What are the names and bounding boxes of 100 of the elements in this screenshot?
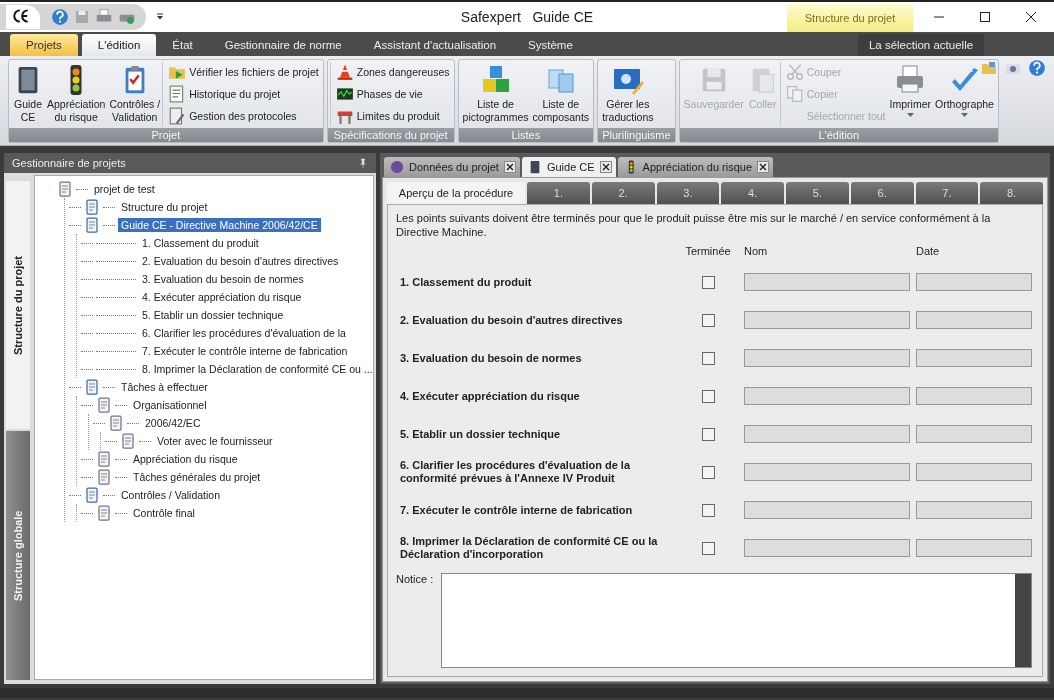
step-tab[interactable]: 5. bbox=[786, 182, 849, 204]
document-icon bbox=[84, 217, 100, 233]
tree-item[interactable]: Organisationnel bbox=[130, 398, 210, 412]
ribbon-button[interactable]: Contrôles / Validation bbox=[107, 62, 163, 126]
step-tab[interactable]: 8. bbox=[980, 182, 1043, 204]
date-field[interactable] bbox=[916, 311, 1032, 329]
ribbon-tab[interactable]: Système bbox=[512, 34, 589, 56]
step-label: 8. Imprimer la Déclaration de conformité CE ou la Déclaration d'incorporation bbox=[399, 534, 659, 562]
ribbon-tab[interactable]: L'édition bbox=[81, 34, 157, 56]
side-tab[interactable]: Structure globale bbox=[6, 431, 30, 680]
document-icon bbox=[57, 181, 73, 197]
step-tab[interactable]: 7. bbox=[915, 182, 979, 204]
name-field[interactable] bbox=[744, 387, 910, 405]
date-field[interactable] bbox=[916, 539, 1032, 557]
tree-item[interactable]: 3. Evaluation du besoin de normes bbox=[139, 272, 307, 286]
ribbon-tab[interactable]: La sélection actuelle bbox=[858, 34, 984, 56]
tree-item[interactable]: 2. Evaluation du besoin d'autres directives bbox=[139, 254, 342, 268]
ribbon-tab[interactable]: Assistant d'actualisation bbox=[357, 34, 513, 56]
name-field[interactable] bbox=[744, 539, 910, 557]
tree-item[interactable]: 2006/42/EC bbox=[142, 416, 204, 430]
step-tab[interactable]: 2. bbox=[591, 182, 655, 204]
ribbon-button[interactable]: Imprimer bbox=[887, 62, 933, 126]
screen-icon bbox=[335, 85, 354, 103]
name-field[interactable] bbox=[744, 425, 910, 443]
ribbon-tab[interactable]: État bbox=[156, 34, 209, 56]
name-field[interactable] bbox=[744, 349, 910, 367]
maximize-icon bbox=[979, 11, 991, 23]
tree-item[interactable]: Contrôles / Validation bbox=[118, 488, 224, 502]
tree-item[interactable]: Tâches générales du projet bbox=[130, 470, 264, 484]
document-tab[interactable]: Appréciation du risque bbox=[617, 157, 774, 177]
date-field[interactable] bbox=[916, 463, 1032, 481]
document-icon bbox=[96, 397, 112, 413]
completed-checkbox[interactable] bbox=[701, 275, 715, 289]
date-field[interactable] bbox=[916, 273, 1032, 291]
date-field[interactable] bbox=[916, 501, 1032, 519]
tree-item[interactable]: 8. Imprimer la Déclaration de conformité CE ou ... bbox=[139, 362, 373, 376]
tree-item[interactable]: Contrôle final bbox=[130, 506, 198, 520]
tree-item[interactable]: 7. Exécuter le contrôle interne de fabrication bbox=[139, 344, 351, 358]
completed-checkbox[interactable] bbox=[701, 427, 715, 441]
ribbon-tab[interactable]: Projets bbox=[10, 34, 78, 56]
ribbon-tab[interactable]: Gestionnaire de norme bbox=[208, 34, 358, 56]
step-tab[interactable]: 1. bbox=[527, 182, 590, 204]
document-icon bbox=[84, 379, 100, 395]
name-field[interactable] bbox=[744, 501, 910, 519]
name-field[interactable] bbox=[744, 463, 910, 481]
date-field[interactable] bbox=[916, 425, 1032, 443]
tree-item[interactable]: 6. Clarifier les procédures d'évaluation de la bbox=[139, 326, 349, 340]
side-tab[interactable]: Structure du projet bbox=[6, 181, 30, 429]
close-icon[interactable] bbox=[757, 161, 770, 173]
document-tab[interactable]: Guide CE bbox=[521, 157, 616, 177]
ribbon-button[interactable]: Limites du produit bbox=[333, 106, 452, 126]
document-icon bbox=[96, 469, 112, 485]
help-icon bbox=[51, 8, 69, 26]
completed-checkbox[interactable] bbox=[701, 503, 715, 517]
step-tab[interactable]: 6. bbox=[850, 182, 914, 204]
date-field[interactable] bbox=[916, 349, 1032, 367]
ribbon-button[interactable]: Phases de vie bbox=[333, 84, 452, 104]
ribbon-button[interactable]: Liste de composants bbox=[530, 62, 592, 126]
document-icon bbox=[96, 451, 112, 467]
ribbon-button[interactable]: Gestion des protocoles bbox=[166, 106, 321, 126]
document-icon bbox=[84, 487, 100, 503]
context-header: Structure du projet bbox=[787, 4, 913, 32]
completed-checkbox[interactable] bbox=[701, 389, 715, 403]
tree-item[interactable]: Tâches à effectuer bbox=[118, 380, 211, 394]
group-title: Listes bbox=[458, 128, 594, 142]
caret-icon bbox=[906, 113, 914, 117]
notice-field[interactable] bbox=[441, 573, 1032, 668]
tree-item[interactable]: projet de test bbox=[91, 182, 158, 196]
ribbon-button[interactable]: Liste de pictogrammes bbox=[460, 62, 531, 126]
name-field[interactable] bbox=[744, 273, 910, 291]
ribbon-button[interactable]: Vérifier les fichiers de projet bbox=[166, 62, 321, 82]
completed-checkbox[interactable] bbox=[701, 541, 715, 555]
step-tab[interactable]: Aperçu de la procédure bbox=[387, 182, 525, 204]
name-field[interactable] bbox=[744, 311, 910, 329]
tree-item[interactable]: Guide CE - Directive Machine 2006/42/CE bbox=[118, 218, 321, 232]
close-icon[interactable] bbox=[503, 161, 516, 173]
ribbon-button[interactable]: Appréciation du risque bbox=[45, 62, 108, 126]
completed-checkbox[interactable] bbox=[701, 351, 715, 365]
tree-item[interactable]: Voter avec le fournisseur bbox=[154, 434, 276, 448]
tree-item[interactable]: Appréciation du risque bbox=[130, 452, 241, 466]
ribbon-button[interactable]: Zones dangereuses bbox=[333, 62, 452, 82]
document-tab[interactable]: Données du projet bbox=[384, 157, 520, 177]
tree-item[interactable]: 5. Etablir un dossier technique bbox=[139, 308, 287, 322]
group-title: Plurilinguisme bbox=[598, 128, 675, 142]
tree-item[interactable]: Structure du projet bbox=[118, 200, 211, 214]
tree-item[interactable]: 4. Exécuter appréciation du risque bbox=[139, 290, 305, 304]
step-tab[interactable]: 4. bbox=[721, 182, 784, 204]
completed-checkbox[interactable] bbox=[701, 465, 715, 479]
close-icon[interactable] bbox=[599, 161, 612, 173]
step-tab[interactable]: 3. bbox=[656, 182, 720, 204]
document-icon bbox=[120, 433, 136, 449]
tree-item[interactable]: 1. Classement du produit bbox=[139, 236, 262, 250]
column-header: Terminée bbox=[684, 245, 732, 259]
ribbon-button[interactable]: Historique du projet bbox=[166, 84, 321, 104]
notice-label: Notice : bbox=[396, 573, 434, 587]
ribbon-button[interactable]: Guide CE bbox=[11, 62, 45, 126]
date-field[interactable] bbox=[916, 387, 1032, 405]
completed-checkbox[interactable] bbox=[701, 313, 715, 327]
ribbon-button[interactable]: Gérer les traductions bbox=[600, 62, 656, 126]
ribbon-button[interactable]: Orthographe bbox=[932, 62, 996, 126]
